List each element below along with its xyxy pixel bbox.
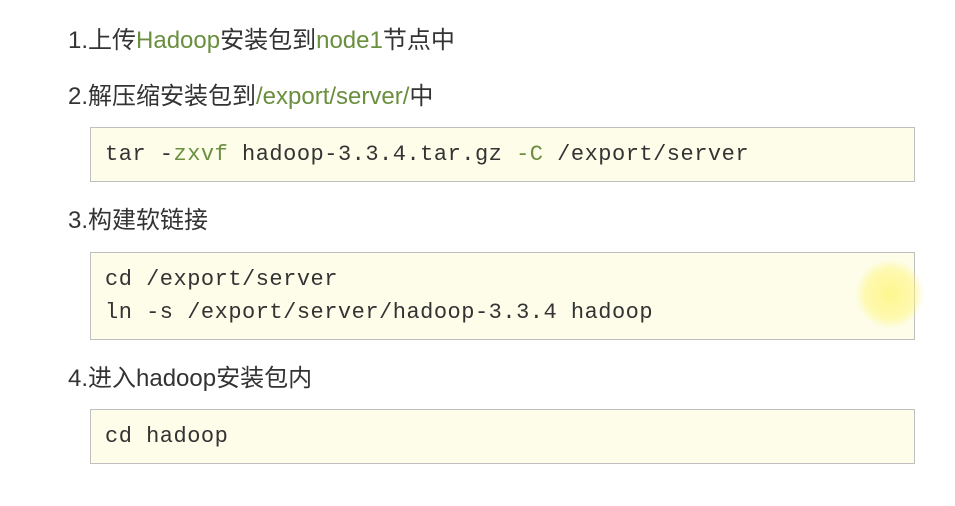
- code-flag: zxvf: [174, 142, 229, 167]
- step-4-heading: 4. 进入hadoop安装包内: [68, 362, 915, 396]
- step-num: 3.: [68, 204, 88, 238]
- step-4: 4. 进入hadoop安装包内 cd hadoop: [68, 362, 915, 465]
- step-1: 1. 上传Hadoop安装包到node1节点中: [68, 24, 915, 58]
- step-num: 4.: [68, 362, 88, 396]
- text-part: 构建软链接: [88, 207, 208, 234]
- text-part: 解压缩安装包到: [88, 83, 256, 110]
- text-part: 上传: [88, 27, 136, 54]
- code-text: hadoop-3.3.4.tar.gz: [228, 142, 516, 167]
- code-line: cd hadoop: [105, 424, 228, 449]
- code-line: cd /export/server: [105, 267, 338, 292]
- code-block-cd: cd hadoop: [90, 409, 915, 464]
- step-2: 2. 解压缩安装包到/export/server/中 tar -zxvf had…: [68, 80, 915, 183]
- code-block-symlink: cd /export/server ln -s /export/server/h…: [90, 252, 915, 340]
- step-3-heading: 3. 构建软链接: [68, 204, 915, 238]
- code-line: ln -s /export/server/hadoop-3.3.4 hadoop: [105, 300, 653, 325]
- step-3: 3. 构建软链接 cd /export/server ln -s /export…: [68, 204, 915, 340]
- text-part: 安装包到: [220, 27, 316, 54]
- step-2-heading: 2. 解压缩安装包到/export/server/中: [68, 80, 915, 114]
- step-num: 2.: [68, 80, 88, 114]
- text-part-highlight: node1: [316, 27, 383, 54]
- text-part: 中: [409, 83, 433, 110]
- step-1-heading: 1. 上传Hadoop安装包到node1节点中: [68, 24, 915, 58]
- text-part-highlight: Hadoop: [136, 27, 220, 54]
- code-text: tar -: [105, 142, 174, 167]
- text-part: 进入hadoop安装包内: [88, 365, 312, 392]
- text-part-highlight: /export/server/: [256, 83, 409, 110]
- step-num: 1.: [68, 24, 88, 58]
- instruction-list: 1. 上传Hadoop安装包到node1节点中 2. 解压缩安装包到/expor…: [0, 24, 955, 464]
- code-flag: -C: [516, 142, 543, 167]
- code-text: /export/server: [543, 142, 749, 167]
- text-part: 节点中: [383, 27, 455, 54]
- code-block-extract: tar -zxvf hadoop-3.3.4.tar.gz -C /export…: [90, 127, 915, 182]
